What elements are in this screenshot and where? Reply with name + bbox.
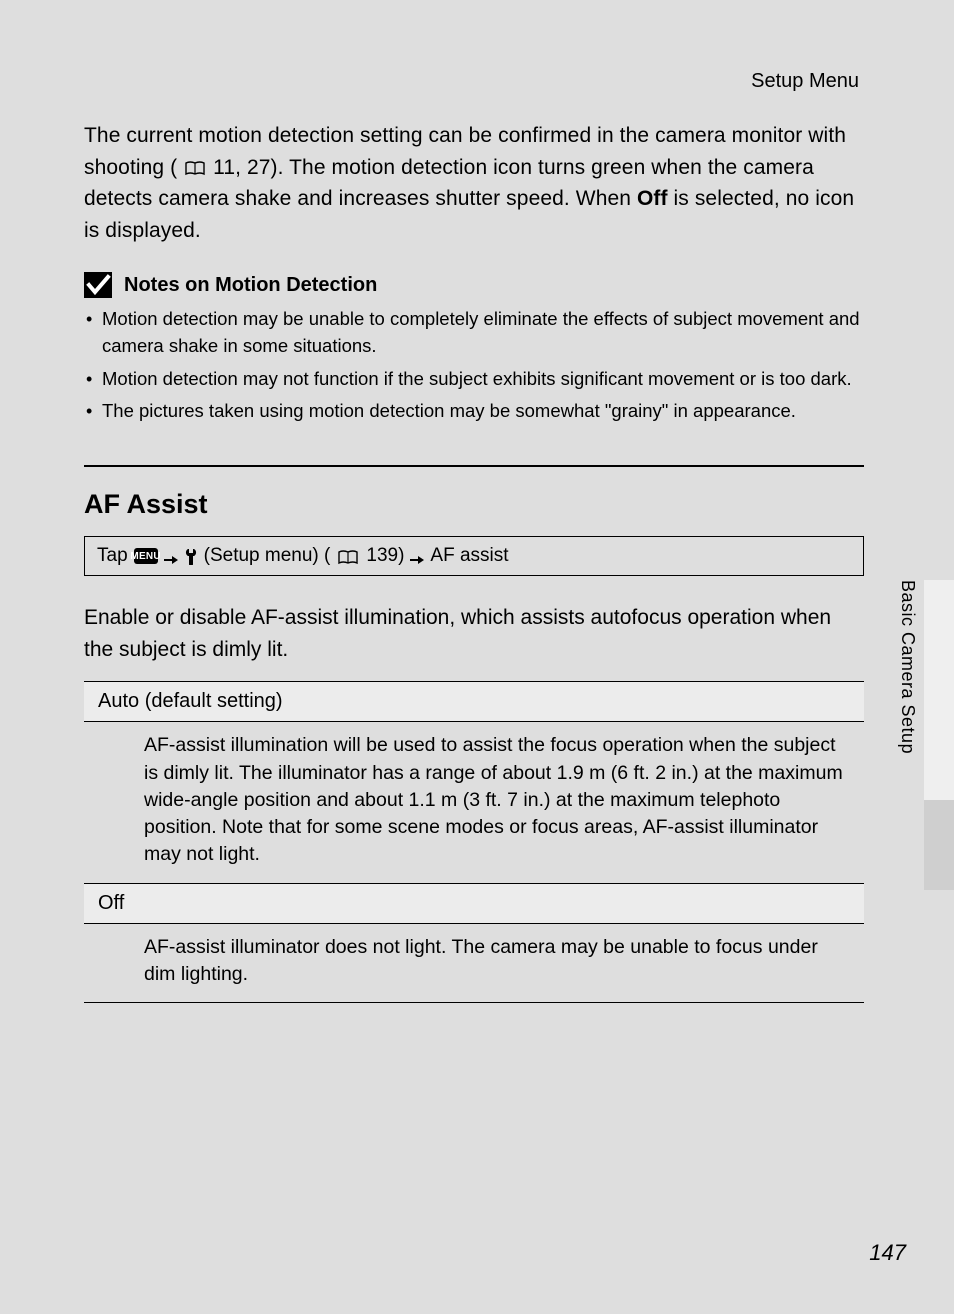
note-text: The pictures taken using motion detectio… (102, 400, 796, 421)
nav-end-label: AF assist (430, 545, 508, 567)
notes-block: Notes on Motion Detection Motion detecti… (84, 272, 864, 425)
side-tab-upper (924, 580, 954, 800)
note-item: Motion detection may not function if the… (84, 366, 864, 393)
note-text: Motion detection may not function if the… (102, 368, 852, 389)
option-header: Off (84, 883, 864, 924)
note-item: The pictures taken using motion detectio… (84, 398, 864, 425)
nav-page-ref: 139) (366, 545, 404, 567)
arrow-right-icon (410, 550, 424, 562)
side-tab-lower (924, 800, 954, 890)
wrench-icon (184, 547, 198, 565)
book-icon (338, 549, 358, 564)
page-number: 147 (869, 1240, 906, 1266)
note-item: Motion detection may be unable to comple… (84, 306, 864, 360)
nav-setup-label: (Setup menu) ( (204, 545, 331, 567)
notes-title: Notes on Motion Detection (124, 274, 377, 297)
option-name: Auto (default setting) (98, 690, 283, 712)
nav-path-box: Tap MENU (Setup menu) ( 139) AF assist (84, 536, 864, 576)
notes-list: Motion detection may be unable to comple… (84, 306, 864, 425)
intro-paragraph: The current motion detection setting can… (84, 120, 864, 246)
options-table: Auto (default setting) AF-assist illumin… (84, 681, 864, 1003)
section-body-text: Enable or disable AF-assist illumination… (84, 602, 864, 665)
side-tab: Basic Camera Setup (894, 580, 954, 890)
notes-header: Notes on Motion Detection (84, 272, 864, 298)
option-desc: AF-assist illumination will be used to a… (144, 734, 843, 865)
section-divider (84, 465, 864, 467)
main-column: The current motion detection setting can… (84, 120, 864, 1003)
menu-chip-icon: MENU (134, 548, 158, 564)
side-tab-label: Basic Camera Setup (897, 580, 918, 754)
option-body: AF-assist illuminator does not light. Th… (84, 924, 864, 1004)
option-body: AF-assist illumination will be used to a… (84, 722, 864, 882)
note-text: Motion detection may be unable to comple… (102, 308, 860, 356)
book-icon (185, 154, 205, 169)
nav-tap-label: Tap (97, 545, 128, 567)
section-title: AF Assist (84, 489, 864, 520)
manual-page: Setup Menu The current motion detection … (0, 0, 954, 1314)
option-desc: AF-assist illuminator does not light. Th… (144, 936, 818, 985)
option-header: Auto (default setting) (84, 681, 864, 722)
caution-check-icon (84, 272, 112, 298)
arrow-right-icon (164, 550, 178, 562)
option-name: Off (98, 892, 124, 914)
header-section-label: Setup Menu (751, 70, 859, 93)
intro-strong-off: Off (637, 187, 668, 210)
